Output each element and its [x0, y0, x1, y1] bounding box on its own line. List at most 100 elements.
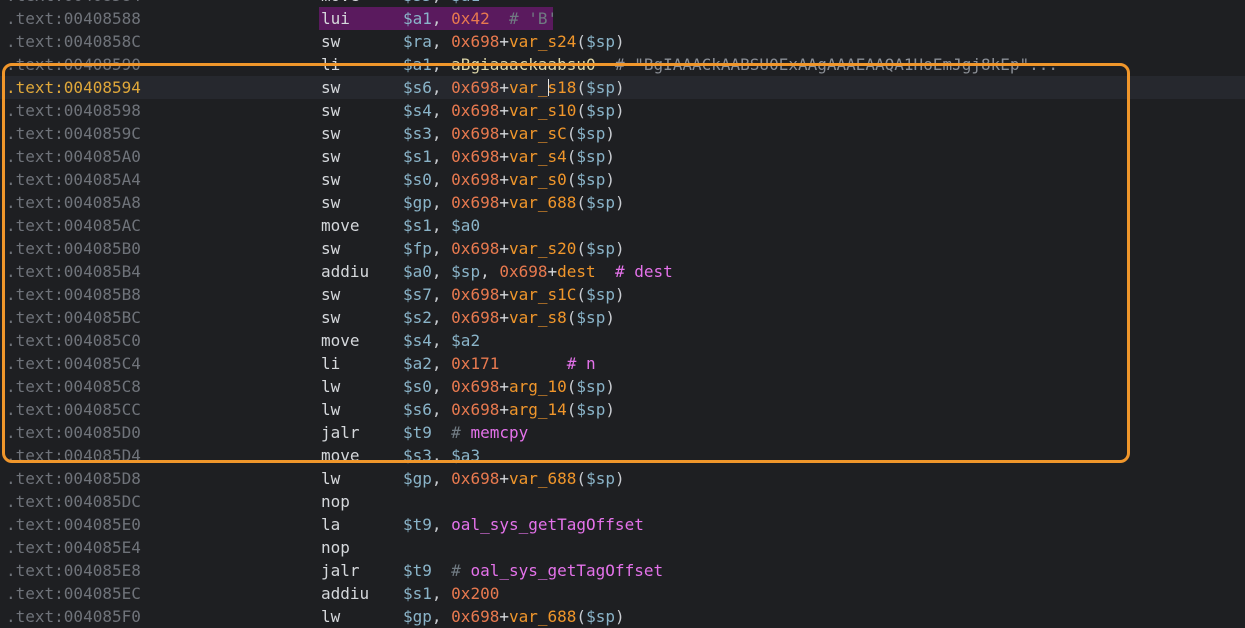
row-operands[interactable]: $s0, 0x698+arg_10($sp)	[403, 375, 615, 398]
listing-row[interactable]: .text:004085E8 jalr $t9 # oal_sys_getTagOf…	[0, 559, 1245, 582]
operand-variable[interactable]: var_	[509, 78, 548, 97]
operand-variable[interactable]: var_688	[509, 469, 576, 488]
listing-row[interactable]: .text:004085D8 lw $gp, 0x698+var_688($sp)	[0, 467, 1245, 490]
listing-row[interactable]: .text:004085B4 addiu $a0, $sp, 0x698+dest …	[0, 260, 1245, 283]
row-mnemonic[interactable]: li	[321, 53, 340, 76]
row-mnemonic[interactable]: jalr	[321, 421, 360, 444]
row-address[interactable]: .text:004085E0	[6, 513, 141, 536]
row-address[interactable]: .text:004085D8	[6, 467, 141, 490]
row-operands[interactable]: $s4, 0x698+var_s10($sp)	[403, 99, 625, 122]
row-operands[interactable]: $a1, 0x42 # 'B'	[403, 7, 557, 30]
row-address[interactable]: .text:004085B8	[6, 283, 141, 306]
row-address[interactable]: .text:0040859C	[6, 122, 141, 145]
row-mnemonic[interactable]: nop	[321, 536, 350, 559]
row-address[interactable]: .text:004085A0	[6, 145, 141, 168]
row-mnemonic[interactable]: lw	[321, 467, 340, 490]
operand-variable[interactable]: var_sC	[509, 124, 567, 143]
listing-row[interactable]: .text:00408598 sw $s4, 0x698+var_s10($sp)	[0, 99, 1245, 122]
row-address[interactable]: .text:004085A8	[6, 191, 141, 214]
row-mnemonic[interactable]: lw	[321, 398, 340, 421]
row-address[interactable]: .text:004085B0	[6, 237, 141, 260]
listing-row[interactable]: .text:004085E4 nop	[0, 536, 1245, 559]
row-address[interactable]: .text:00408598	[6, 99, 141, 122]
listing-row[interactable]: .text:0040858C sw $ra, 0x698+var_s24($sp)	[0, 30, 1245, 53]
listing-row[interactable]: .text:004085F0 lw $gp, 0x698+var_688($sp)	[0, 605, 1245, 628]
listing-row[interactable]: .text:004085EC addiu $s1, 0x200	[0, 582, 1245, 605]
row-mnemonic[interactable]: move	[321, 214, 360, 237]
row-operands[interactable]: $s6, 0x698+arg_14($sp)	[403, 398, 615, 421]
listing-row-current[interactable]: .text:00408594 sw $s6, 0x698+var_s18($sp)	[0, 76, 1245, 99]
operand-variable[interactable]: var_688	[509, 607, 576, 626]
row-address[interactable]: .text:004085AC	[6, 214, 141, 237]
row-operands[interactable]: $t9 # memcpy	[403, 421, 528, 444]
row-operands[interactable]: $s6, 0x698+var_s18($sp)	[403, 76, 625, 99]
operand-variable[interactable]: arg_10	[509, 377, 567, 396]
row-address[interactable]: .text:004085D0	[6, 421, 141, 444]
row-mnemonic[interactable]: addiu	[321, 260, 369, 283]
row-address[interactable]: .text:004085A4	[6, 168, 141, 191]
operand-variable[interactable]: var_s0	[509, 170, 567, 189]
operand-variable[interactable]: var_s24	[509, 32, 576, 51]
operand-function[interactable]: memcpy	[470, 423, 528, 442]
row-mnemonic[interactable]: li	[321, 352, 340, 375]
operand-variable[interactable]: var_s10	[509, 101, 576, 120]
row-address[interactable]: .text:004085C0	[6, 329, 141, 352]
row-operands[interactable]: $s1, $a0	[403, 214, 480, 237]
operand-variable[interactable]: s18	[548, 78, 577, 97]
listing-row[interactable]: .text:004085B0 sw $fp, 0x698+var_s20($sp)	[0, 237, 1245, 260]
row-mnemonic[interactable]: la	[321, 513, 340, 536]
listing-row[interactable]: .text:004085A4 sw $s0, 0x698+var_s0($sp)	[0, 168, 1245, 191]
listing-row[interactable]: .text:004085C0 move $s4, $a2	[0, 329, 1245, 352]
disassembly-listing[interactable]: .text:00408584move$s5, $a1.text:00408588…	[0, 0, 1245, 628]
listing-row[interactable]: .text:004085DC nop	[0, 490, 1245, 513]
row-address[interactable]: .text:0040858C	[6, 30, 141, 53]
operand-function[interactable]: oal_sys_getTagOffset	[470, 561, 663, 580]
listing-row[interactable]: .text:00408590 li $a1, aBgiaaackaabsu0 # "…	[0, 53, 1245, 76]
operand-variable[interactable]: arg_14	[509, 400, 567, 419]
row-mnemonic[interactable]: sw	[321, 122, 340, 145]
row-operands[interactable]: $a1, aBgiaaackaabsu0 # "BgIAAACkAABSU0Ex…	[403, 53, 1058, 76]
row-operands[interactable]: $a2, 0x171 # n	[403, 352, 596, 375]
listing-row[interactable]: .text:0040859C sw $s3, 0x698+var_sC($sp)	[0, 122, 1245, 145]
row-mnemonic[interactable]: sw	[321, 145, 340, 168]
row-operands[interactable]: $gp, 0x698+var_688($sp)	[403, 467, 625, 490]
row-mnemonic[interactable]: move	[321, 0, 360, 7]
listing-row[interactable]: .text:00408588 lui $a1, 0x42 # 'B'	[0, 7, 1245, 30]
row-operands[interactable]: $s2, 0x698+var_s8($sp)	[403, 306, 615, 329]
row-operands[interactable]: $s3, 0x698+var_sC($sp)	[403, 122, 615, 145]
operand-symbol[interactable]: aBgiaaackaabsu0	[451, 55, 596, 74]
row-address[interactable]: .text:004085E4	[6, 536, 141, 559]
operand-variable[interactable]: var_s20	[509, 239, 576, 258]
row-address[interactable]: .text:004085EC	[6, 582, 141, 605]
row-address[interactable]: .text:00408590	[6, 53, 141, 76]
row-mnemonic[interactable]: addiu	[321, 582, 369, 605]
row-mnemonic[interactable]: jalr	[321, 559, 360, 582]
row-mnemonic[interactable]: sw	[321, 99, 340, 122]
row-operands[interactable]: $s0, 0x698+var_s0($sp)	[403, 168, 615, 191]
row-address[interactable]: .text:004085C8	[6, 375, 141, 398]
operand-variable[interactable]: dest	[557, 262, 596, 281]
row-address[interactable]: .text:004085D4	[6, 444, 141, 467]
listing-row[interactable]: .text:004085A8 sw $gp, 0x698+var_688($sp)	[0, 191, 1245, 214]
row-operands[interactable]: $s7, 0x698+var_s1C($sp)	[403, 283, 625, 306]
row-operands[interactable]: $gp, 0x698+var_688($sp)	[403, 605, 625, 628]
row-mnemonic[interactable]: move	[321, 444, 360, 467]
listing-row[interactable]: .text:004085C8 lw $s0, 0x698+arg_10($sp)	[0, 375, 1245, 398]
listing-row[interactable]: .text:00408584 move $s5, $a1	[0, 0, 1245, 7]
row-mnemonic[interactable]: nop	[321, 490, 350, 513]
row-operands[interactable]: $s1, 0x200	[403, 582, 499, 605]
row-mnemonic[interactable]: sw	[321, 168, 340, 191]
operand-variable[interactable]: var_688	[509, 193, 576, 212]
row-operands[interactable]: $gp, 0x698+var_688($sp)	[403, 191, 625, 214]
row-mnemonic[interactable]: sw	[321, 237, 340, 260]
listing-row[interactable]: .text:004085AC move $s1, $a0	[0, 214, 1245, 237]
row-address[interactable]: .text:004085B4	[6, 260, 141, 283]
listing-row[interactable]: .text:004085E0 la $t9, oal_sys_getTagOffse…	[0, 513, 1245, 536]
operand-function[interactable]: oal_sys_getTagOffset	[451, 515, 644, 534]
row-mnemonic[interactable]: sw	[321, 191, 340, 214]
row-mnemonic[interactable]: sw	[321, 76, 340, 99]
row-address[interactable]: .text:00408588	[6, 7, 141, 30]
row-mnemonic[interactable]: sw	[321, 30, 340, 53]
row-address[interactable]: .text:004085C4	[6, 352, 141, 375]
row-address[interactable]: .text:004085DC	[6, 490, 141, 513]
